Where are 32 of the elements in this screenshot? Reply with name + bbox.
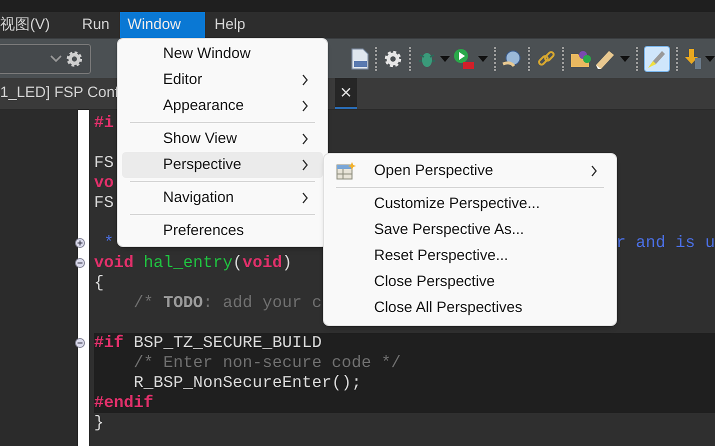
code-text: #i <box>94 112 114 134</box>
code-text: #if BSP_TZ_SECURE_BUILD <box>94 332 322 354</box>
menu-item[interactable]: Open Perspective <box>328 158 612 184</box>
menu-item[interactable]: Close All Perspectives <box>328 295 612 321</box>
menu-item[interactable]: Show View <box>122 126 323 152</box>
code-text: void hal_entry(void) <box>94 252 292 274</box>
menu-item[interactable]: Editor <box>122 67 323 93</box>
close-tab-button[interactable]: × <box>334 78 357 109</box>
code-text: * <box>102 232 114 254</box>
code-text: /* TODO: add your c <box>132 292 322 314</box>
code-text: { <box>94 272 104 294</box>
menu-item[interactable]: Navigation <box>122 185 323 211</box>
menu-item[interactable]: Appearance <box>122 93 323 119</box>
menu-item[interactable]: Save Perspective As... <box>328 217 612 243</box>
menu-bar-item[interactable]: Window <box>120 12 205 38</box>
menu-item[interactable]: New Window <box>122 41 323 67</box>
code-text: } <box>94 412 104 434</box>
code-text: FS <box>94 192 114 214</box>
menu-bar-item[interactable]: Help <box>204 12 256 38</box>
menu-item[interactable]: Preferences <box>122 218 323 244</box>
code-text: /* Enter non-secure code */ <box>132 352 401 374</box>
code-text: #endif <box>94 392 154 414</box>
code-text: r and is u <box>616 232 715 254</box>
code-text: FS <box>94 152 114 174</box>
menu-bar-item[interactable]: Run <box>72 12 120 38</box>
code-text: vo <box>94 172 114 194</box>
code-text: R_BSP_NonSecureEnter(); <box>132 372 362 394</box>
menu-item[interactable]: Perspective <box>122 152 323 178</box>
menu-item[interactable]: Reset Perspective... <box>328 243 612 269</box>
menu-item[interactable]: Close Perspective <box>328 269 612 295</box>
menu-item[interactable]: Customize Perspective... <box>328 191 612 217</box>
menu-bar-item[interactable]: 视图(V) <box>0 12 62 38</box>
